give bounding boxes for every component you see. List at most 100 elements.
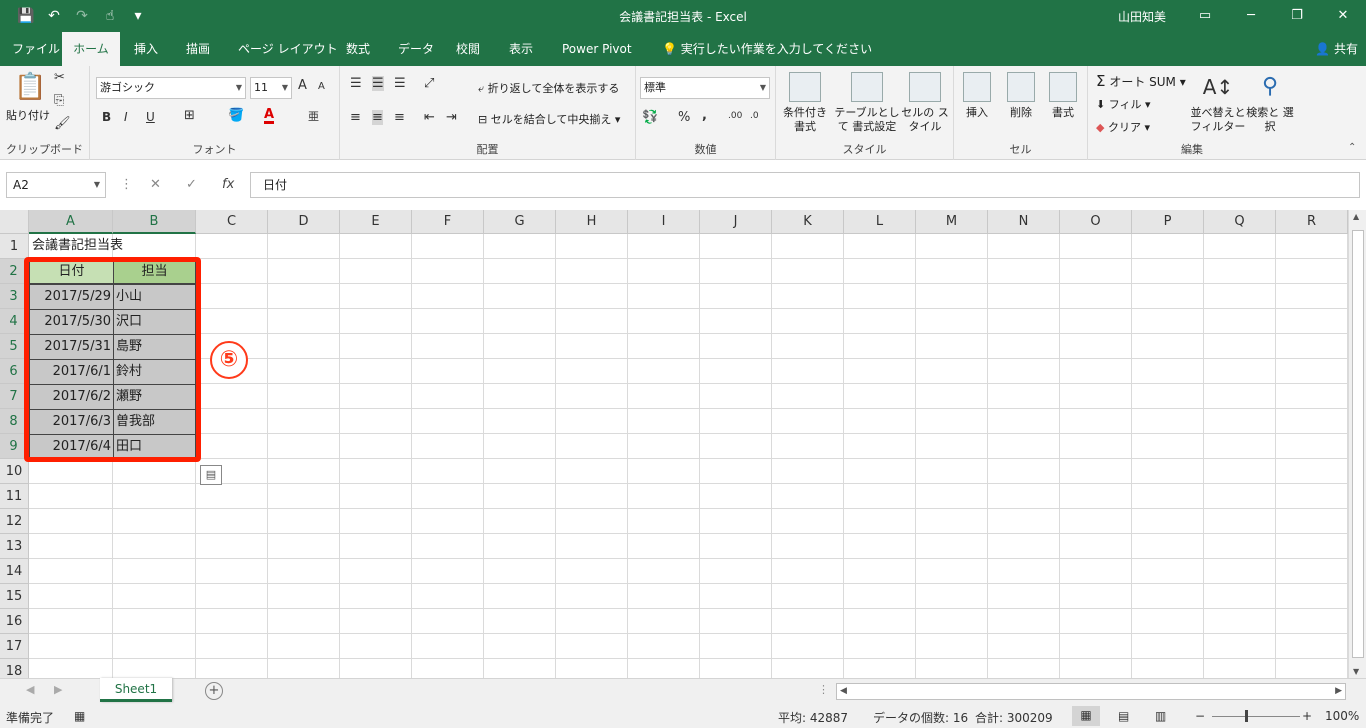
insert-cells-button[interactable]: 挿入 — [954, 72, 1000, 120]
row-header-14[interactable]: 14 — [0, 559, 29, 584]
next-sheet-icon[interactable]: ▶ — [54, 683, 62, 696]
row-header-1[interactable]: 1 — [0, 234, 29, 259]
tab-insert[interactable]: 挿入 — [128, 32, 164, 66]
zoom-level[interactable]: 100% — [1325, 709, 1359, 723]
autosum-button[interactable]: Σ オート SUM ▾ — [1096, 72, 1186, 90]
insert-function-icon[interactable]: fx — [222, 177, 234, 192]
align-middle-icon[interactable]: ☰ — [372, 76, 384, 91]
percent-button[interactable]: % — [678, 110, 690, 125]
status-count[interactable]: データの個数: 16 — [873, 709, 968, 726]
restore-icon[interactable]: ❐ — [1274, 0, 1320, 32]
align-right-icon[interactable]: ≡ — [394, 110, 405, 125]
tab-power-pivot[interactable]: Power Pivot — [556, 32, 638, 66]
row-header-11[interactable]: 11 — [0, 484, 29, 509]
tab-splitter-icon[interactable]: ⋮ — [818, 683, 829, 696]
row-header-18[interactable]: 18 — [0, 659, 29, 678]
column-header-d[interactable]: D — [268, 210, 340, 234]
align-top-icon[interactable]: ☰ — [350, 76, 362, 91]
row-header-15[interactable]: 15 — [0, 584, 29, 609]
status-average[interactable]: 平均: 42887 — [778, 709, 848, 726]
format-cells-button[interactable]: 書式 — [1040, 72, 1086, 120]
tab-view[interactable]: 表示 — [503, 32, 539, 66]
status-sum[interactable]: 合計: 300209 — [975, 709, 1053, 726]
column-header-o[interactable]: O — [1060, 210, 1132, 234]
horizontal-scrollbar[interactable]: ◀ ▶ — [836, 683, 1346, 700]
minimize-icon[interactable]: ─ — [1228, 0, 1274, 32]
column-header-g[interactable]: G — [484, 210, 556, 234]
fill-button[interactable]: ⬇ フィル ▾ — [1096, 96, 1151, 112]
tab-draw[interactable]: 描画 — [180, 32, 216, 66]
conditional-formatting-button[interactable]: 条件付き 書式 — [780, 72, 830, 134]
delete-cells-button[interactable]: 削除 — [998, 72, 1044, 120]
column-header-q[interactable]: Q — [1204, 210, 1276, 234]
column-header-c[interactable]: C — [196, 210, 268, 234]
tell-me-box[interactable]: 💡 実行したい作業を入力してください — [656, 32, 878, 66]
font-size-select[interactable]: 11 ▼ — [250, 77, 292, 99]
column-header-r[interactable]: R — [1276, 210, 1348, 234]
vertical-scrollbar[interactable]: ▲ ▼ — [1348, 210, 1366, 678]
underline-button[interactable]: U — [146, 110, 155, 124]
cut-icon[interactable]: ✂ — [54, 70, 65, 85]
tab-formulas[interactable]: 数式 — [340, 32, 376, 66]
font-name-select[interactable]: 游ゴシック ▼ — [96, 77, 246, 99]
prev-sheet-icon[interactable]: ◀ — [26, 683, 34, 696]
zoom-in-icon[interactable]: + — [1302, 709, 1312, 723]
zoom-out-icon[interactable]: − — [1195, 709, 1205, 723]
quick-analysis-icon[interactable]: ▤ — [200, 465, 222, 485]
worksheet-grid[interactable]: ABCDEFGHIJKLMNOPQR 1 2 3 4 5 6 7 8 9 10 11 12 13 14 15… — [0, 210, 1348, 678]
normal-view-icon[interactable]: ▦ — [1072, 706, 1100, 726]
column-header-p[interactable]: P — [1132, 210, 1204, 234]
page-layout-view-icon[interactable]: ▤ — [1118, 709, 1129, 723]
formula-input[interactable]: 日付 — [250, 172, 1360, 198]
row-header-16[interactable]: 16 — [0, 609, 29, 634]
vertical-scroll-thumb[interactable] — [1352, 230, 1364, 658]
decrease-decimal-icon[interactable]: .0 — [750, 111, 759, 121]
comma-button[interactable]: , — [702, 108, 707, 123]
column-header-f[interactable]: F — [412, 210, 484, 234]
decrease-indent-icon[interactable]: ⇤ — [424, 110, 435, 125]
grow-font-button[interactable]: A — [298, 78, 307, 93]
align-left-icon[interactable]: ≡ — [350, 110, 361, 125]
merge-center-button[interactable]: ⊟ セルを結合して中央揃え ▾ — [478, 111, 620, 127]
font-color-button[interactable]: A — [264, 108, 275, 124]
tab-file[interactable]: ファイル — [6, 32, 66, 66]
bold-button[interactable]: B — [102, 110, 111, 124]
clear-button[interactable]: ◆ クリア ▾ — [1096, 119, 1150, 135]
close-icon[interactable]: ✕ — [1320, 0, 1366, 32]
add-sheet-icon[interactable]: + — [205, 682, 223, 700]
macro-record-icon[interactable]: ▦ — [74, 709, 85, 723]
currency-icon[interactable]: 💱 — [642, 110, 658, 125]
row-header-17[interactable]: 17 — [0, 634, 29, 659]
column-header-h[interactable]: H — [556, 210, 628, 234]
ribbon-display-icon[interactable]: ▭ — [1182, 0, 1228, 32]
cancel-icon[interactable]: ✕ — [150, 177, 161, 192]
align-center-icon[interactable]: ≡ — [372, 110, 383, 125]
row-header-10[interactable]: 10 — [0, 459, 29, 484]
column-header-k[interactable]: K — [772, 210, 844, 234]
column-header-m[interactable]: M — [916, 210, 988, 234]
tab-page-layout[interactable]: ページ レイアウト — [232, 32, 344, 66]
shrink-font-button[interactable]: A — [318, 81, 325, 92]
column-header-n[interactable]: N — [988, 210, 1060, 234]
zoom-slider[interactable] — [1212, 710, 1300, 722]
scroll-up-icon[interactable]: ▲ — [1353, 212, 1359, 221]
column-header-i[interactable]: I — [628, 210, 700, 234]
paste-label[interactable]: 貼り付け — [6, 107, 50, 123]
column-header-a[interactable]: A — [29, 210, 113, 234]
tab-data[interactable]: データ — [392, 32, 440, 66]
italic-button[interactable]: I — [124, 110, 128, 124]
share-button[interactable]: 👤 共有 — [1315, 32, 1358, 66]
enter-icon[interactable]: ✓ — [186, 177, 197, 192]
row-header-13[interactable]: 13 — [0, 534, 29, 559]
paste-icon[interactable]: 📋 — [14, 72, 46, 102]
increase-indent-icon[interactable]: ⇥ — [446, 110, 457, 125]
user-name[interactable]: 山田知美 — [1118, 8, 1166, 25]
column-header-b[interactable]: B — [113, 210, 196, 234]
column-header-l[interactable]: L — [844, 210, 916, 234]
sheet-tab-sheet1[interactable]: Sheet1 — [100, 678, 172, 702]
scroll-right-icon[interactable]: ▶ — [1335, 684, 1342, 699]
name-box[interactable]: A2 ▼ — [6, 172, 106, 198]
increase-decimal-icon[interactable]: .00 — [728, 111, 742, 121]
number-format-select[interactable]: 標準 ▼ — [640, 77, 770, 99]
sort-filter-button[interactable]: A↕ 並べ替えと フィルター — [1188, 72, 1248, 134]
